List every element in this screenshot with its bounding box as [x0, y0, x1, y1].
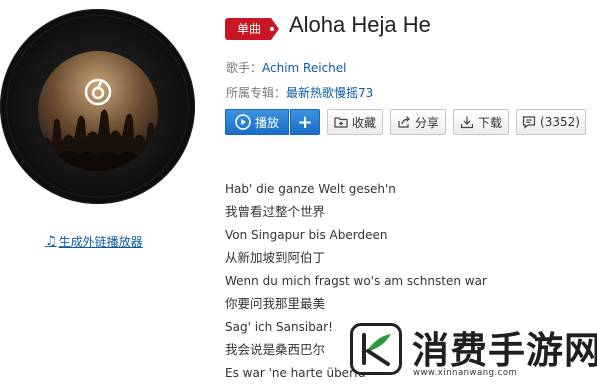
vinyl-record: [0, 9, 195, 204]
share-icon: [397, 115, 411, 129]
share-label: 分享: [414, 115, 439, 130]
song-type-label: 单曲: [237, 22, 262, 36]
comments-button[interactable]: (3352): [516, 109, 586, 135]
leaf-k-icon: [362, 333, 391, 366]
generate-player-link[interactable]: ♫ 生成外链播放器: [45, 233, 143, 250]
album-label: 所属专辑：: [226, 86, 287, 100]
share-button[interactable]: 分享: [390, 109, 446, 135]
album-link[interactable]: 最新热歌慢摇73: [286, 86, 373, 100]
site-watermark: 消费手游网 www.xinnanwang.com: [343, 316, 597, 386]
lyric-line: Von Singapur bis Aberdeen: [225, 228, 388, 242]
artist-link[interactable]: Achim Reichel: [262, 61, 346, 75]
comments-count: (3352): [540, 115, 580, 129]
download-button[interactable]: 下载: [453, 109, 509, 135]
play-icon: [235, 114, 251, 130]
song-type-badge: 单曲: [225, 18, 280, 40]
generate-player-link-label: 生成外链播放器: [58, 235, 143, 249]
music-note-icon: ♫: [45, 234, 57, 249]
add-to-playlist-button[interactable]: +: [290, 109, 320, 135]
lyric-line: 你要问我那里最美: [225, 296, 326, 311]
play-label: 播放: [254, 115, 279, 130]
play-button[interactable]: 播放: [225, 109, 289, 135]
lyric-line: Hab' die ganze Welt geseh'n: [225, 182, 396, 196]
plus-icon: +: [297, 111, 313, 133]
album-row: 所属专辑：最新热歌慢摇73: [226, 84, 373, 101]
favorite-button[interactable]: 收藏: [327, 109, 383, 135]
favorite-label: 收藏: [351, 115, 376, 130]
song-title: Aloha Heja He: [289, 12, 431, 37]
lyric-line: Wenn du mich fragst wo's am schnsten war: [225, 274, 487, 288]
badge-dot: [270, 27, 275, 31]
watermark-logo-icon: [350, 323, 402, 375]
folder-plus-icon: [334, 115, 348, 129]
lyric-line: 我曾看过整个世界: [225, 204, 326, 219]
lyric-line: 从新加坡到阿伯丁: [225, 250, 326, 265]
download-label: 下载: [477, 115, 502, 130]
watermark-brand: 消费手游网: [412, 329, 597, 372]
artist-row: 歌手：Achim Reichel: [226, 59, 347, 76]
album-cover: [38, 51, 158, 171]
comment-icon: [522, 115, 536, 129]
music-logo-icon: [84, 78, 112, 106]
watermark-url: www.xinnanwang.com: [413, 368, 518, 378]
download-icon: [460, 115, 474, 129]
artist-label: 歌手：: [226, 61, 263, 75]
